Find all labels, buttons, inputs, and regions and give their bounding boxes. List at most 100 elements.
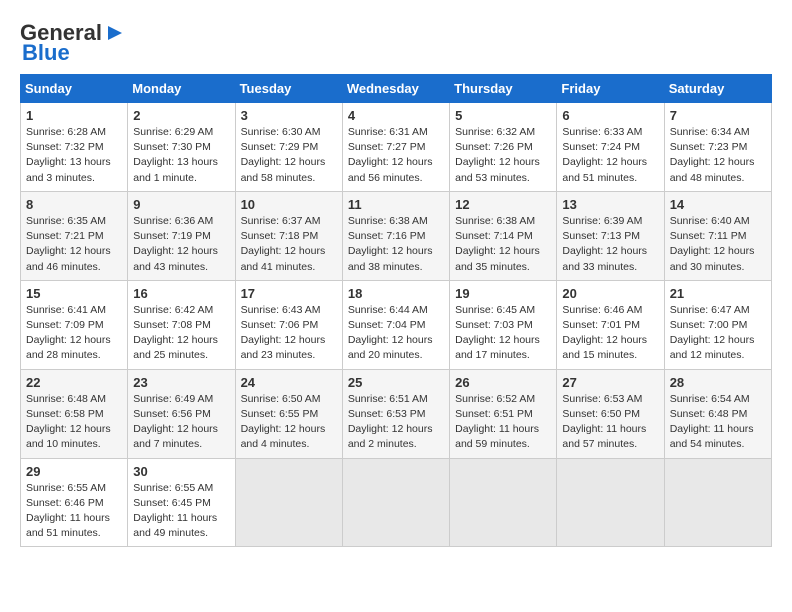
day-cell: 6Sunrise: 6:33 AMSunset: 7:24 PMDaylight… bbox=[557, 103, 664, 192]
day-number: 18 bbox=[348, 286, 444, 301]
day-cell: 3Sunrise: 6:30 AMSunset: 7:29 PMDaylight… bbox=[235, 103, 342, 192]
day-detail: Sunrise: 6:32 AMSunset: 7:26 PMDaylight:… bbox=[455, 126, 540, 184]
logo-icon bbox=[104, 22, 126, 44]
day-detail: Sunrise: 6:48 AMSunset: 6:58 PMDaylight:… bbox=[26, 393, 111, 451]
day-number: 28 bbox=[670, 375, 766, 390]
calendar-body: 1 Sunrise: 6:28 AMSunset: 7:32 PMDaylight… bbox=[21, 103, 772, 547]
day-cell bbox=[342, 458, 449, 547]
day-detail: Sunrise: 6:43 AMSunset: 7:06 PMDaylight:… bbox=[241, 304, 326, 362]
day-number: 13 bbox=[562, 197, 658, 212]
day-detail: Sunrise: 6:38 AMSunset: 7:16 PMDaylight:… bbox=[348, 215, 433, 273]
day-number: 4 bbox=[348, 108, 444, 123]
calendar-table: SundayMondayTuesdayWednesdayThursdayFrid… bbox=[20, 74, 772, 547]
day-detail: Sunrise: 6:51 AMSunset: 6:53 PMDaylight:… bbox=[348, 393, 433, 451]
day-number: 27 bbox=[562, 375, 658, 390]
day-cell: 11 Sunrise: 6:38 AMSunset: 7:16 PMDayligh… bbox=[342, 191, 449, 280]
week-row-5: 29 Sunrise: 6:55 AMSunset: 6:46 PMDayligh… bbox=[21, 458, 772, 547]
logo: General Blue bbox=[20, 20, 126, 66]
day-detail: Sunrise: 6:40 AMSunset: 7:11 PMDaylight:… bbox=[670, 215, 755, 273]
day-detail: Sunrise: 6:36 AMSunset: 7:19 PMDaylight:… bbox=[133, 215, 218, 273]
day-cell: 9 Sunrise: 6:36 AMSunset: 7:19 PMDaylight… bbox=[128, 191, 235, 280]
day-detail: Sunrise: 6:35 AMSunset: 7:21 PMDaylight:… bbox=[26, 215, 111, 273]
week-row-4: 22 Sunrise: 6:48 AMSunset: 6:58 PMDayligh… bbox=[21, 369, 772, 458]
day-cell: 13 Sunrise: 6:39 AMSunset: 7:13 PMDayligh… bbox=[557, 191, 664, 280]
day-number: 24 bbox=[241, 375, 337, 390]
day-detail: Sunrise: 6:47 AMSunset: 7:00 PMDaylight:… bbox=[670, 304, 755, 362]
column-header-saturday: Saturday bbox=[664, 75, 771, 103]
day-number: 11 bbox=[348, 197, 444, 212]
column-header-thursday: Thursday bbox=[450, 75, 557, 103]
day-number: 9 bbox=[133, 197, 229, 212]
day-number: 17 bbox=[241, 286, 337, 301]
day-cell: 4Sunrise: 6:31 AMSunset: 7:27 PMDaylight… bbox=[342, 103, 449, 192]
week-row-2: 8 Sunrise: 6:35 AMSunset: 7:21 PMDaylight… bbox=[21, 191, 772, 280]
day-cell: 5 Sunrise: 6:32 AMSunset: 7:26 PMDaylight… bbox=[450, 103, 557, 192]
day-detail: Sunrise: 6:55 AMSunset: 6:46 PMDaylight:… bbox=[26, 482, 110, 540]
day-cell: 8 Sunrise: 6:35 AMSunset: 7:21 PMDaylight… bbox=[21, 191, 128, 280]
header-row: SundayMondayTuesdayWednesdayThursdayFrid… bbox=[21, 75, 772, 103]
day-cell: 28 Sunrise: 6:54 AMSunset: 6:48 PMDayligh… bbox=[664, 369, 771, 458]
day-number: 1 bbox=[26, 108, 122, 123]
day-detail: Sunrise: 6:52 AMSunset: 6:51 PMDaylight:… bbox=[455, 393, 539, 451]
day-number: 21 bbox=[670, 286, 766, 301]
week-row-1: 1 Sunrise: 6:28 AMSunset: 7:32 PMDaylight… bbox=[21, 103, 772, 192]
day-number: 20 bbox=[562, 286, 658, 301]
day-number: 2 bbox=[133, 108, 229, 123]
day-cell: 2Sunrise: 6:29 AMSunset: 7:30 PMDaylight… bbox=[128, 103, 235, 192]
column-header-wednesday: Wednesday bbox=[342, 75, 449, 103]
day-detail: Sunrise: 6:55 AMSunset: 6:45 PMDaylight:… bbox=[133, 482, 217, 540]
day-detail: Sunrise: 6:45 AMSunset: 7:03 PMDaylight:… bbox=[455, 304, 540, 362]
day-cell: 1 Sunrise: 6:28 AMSunset: 7:32 PMDaylight… bbox=[21, 103, 128, 192]
day-cell: 14 Sunrise: 6:40 AMSunset: 7:11 PMDayligh… bbox=[664, 191, 771, 280]
day-cell bbox=[664, 458, 771, 547]
day-cell: 20 Sunrise: 6:46 AMSunset: 7:01 PMDayligh… bbox=[557, 280, 664, 369]
day-number: 14 bbox=[670, 197, 766, 212]
day-cell: 24 Sunrise: 6:50 AMSunset: 6:55 PMDayligh… bbox=[235, 369, 342, 458]
day-cell: 12 Sunrise: 6:38 AMSunset: 7:14 PMDayligh… bbox=[450, 191, 557, 280]
day-number: 7 bbox=[670, 108, 766, 123]
day-detail: Sunrise: 6:49 AMSunset: 6:56 PMDaylight:… bbox=[133, 393, 218, 451]
day-cell: 26 Sunrise: 6:52 AMSunset: 6:51 PMDayligh… bbox=[450, 369, 557, 458]
day-detail: Sunrise: 6:28 AMSunset: 7:32 PMDaylight:… bbox=[26, 126, 111, 184]
day-cell: 30Sunrise: 6:55 AMSunset: 6:45 PMDayligh… bbox=[128, 458, 235, 547]
column-header-sunday: Sunday bbox=[21, 75, 128, 103]
column-header-tuesday: Tuesday bbox=[235, 75, 342, 103]
day-cell: 10Sunrise: 6:37 AMSunset: 7:18 PMDayligh… bbox=[235, 191, 342, 280]
calendar-header: SundayMondayTuesdayWednesdayThursdayFrid… bbox=[21, 75, 772, 103]
day-cell: 16Sunrise: 6:42 AMSunset: 7:08 PMDayligh… bbox=[128, 280, 235, 369]
day-cell: 23Sunrise: 6:49 AMSunset: 6:56 PMDayligh… bbox=[128, 369, 235, 458]
day-number: 25 bbox=[348, 375, 444, 390]
day-number: 5 bbox=[455, 108, 551, 123]
day-number: 12 bbox=[455, 197, 551, 212]
day-cell: 25 Sunrise: 6:51 AMSunset: 6:53 PMDayligh… bbox=[342, 369, 449, 458]
day-detail: Sunrise: 6:38 AMSunset: 7:14 PMDaylight:… bbox=[455, 215, 540, 273]
day-cell: 17 Sunrise: 6:43 AMSunset: 7:06 PMDayligh… bbox=[235, 280, 342, 369]
day-detail: Sunrise: 6:41 AMSunset: 7:09 PMDaylight:… bbox=[26, 304, 111, 362]
day-number: 19 bbox=[455, 286, 551, 301]
day-cell: 29 Sunrise: 6:55 AMSunset: 6:46 PMDayligh… bbox=[21, 458, 128, 547]
day-cell: 21 Sunrise: 6:47 AMSunset: 7:00 PMDayligh… bbox=[664, 280, 771, 369]
day-detail: Sunrise: 6:54 AMSunset: 6:48 PMDaylight:… bbox=[670, 393, 754, 451]
day-number: 16 bbox=[133, 286, 229, 301]
page-header: General Blue bbox=[20, 20, 772, 66]
day-number: 3 bbox=[241, 108, 337, 123]
day-cell bbox=[557, 458, 664, 547]
day-cell: 15Sunrise: 6:41 AMSunset: 7:09 PMDayligh… bbox=[21, 280, 128, 369]
column-header-friday: Friday bbox=[557, 75, 664, 103]
day-detail: Sunrise: 6:37 AMSunset: 7:18 PMDaylight:… bbox=[241, 215, 326, 273]
day-detail: Sunrise: 6:46 AMSunset: 7:01 PMDaylight:… bbox=[562, 304, 647, 362]
day-number: 22 bbox=[26, 375, 122, 390]
day-detail: Sunrise: 6:50 AMSunset: 6:55 PMDaylight:… bbox=[241, 393, 326, 451]
day-detail: Sunrise: 6:34 AMSunset: 7:23 PMDaylight:… bbox=[670, 126, 755, 184]
day-number: 29 bbox=[26, 464, 122, 479]
day-number: 26 bbox=[455, 375, 551, 390]
day-number: 8 bbox=[26, 197, 122, 212]
day-detail: Sunrise: 6:39 AMSunset: 7:13 PMDaylight:… bbox=[562, 215, 647, 273]
day-number: 6 bbox=[562, 108, 658, 123]
day-cell: 22 Sunrise: 6:48 AMSunset: 6:58 PMDayligh… bbox=[21, 369, 128, 458]
column-header-monday: Monday bbox=[128, 75, 235, 103]
day-cell: 19 Sunrise: 6:45 AMSunset: 7:03 PMDayligh… bbox=[450, 280, 557, 369]
day-cell bbox=[235, 458, 342, 547]
day-cell bbox=[450, 458, 557, 547]
day-detail: Sunrise: 6:53 AMSunset: 6:50 PMDaylight:… bbox=[562, 393, 646, 451]
